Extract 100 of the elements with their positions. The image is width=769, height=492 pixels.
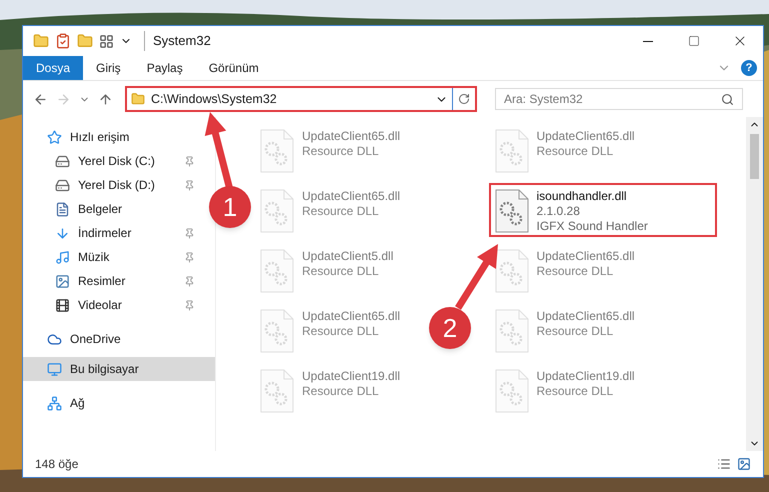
sidebar-item[interactable]: İndirmeler [23,221,199,245]
ribbon-tab[interactable]: Dosya [23,56,84,80]
gear-file-icon [494,249,528,293]
address-path: C:\Windows\System32 [151,90,277,108]
file-detail: Resource DLL [536,144,614,159]
arrow [455,244,498,310]
sidebar-item[interactable]: Ağ [23,391,199,415]
network-icon [47,396,62,410]
file-name[interactable]: UpdateClient65.dll [302,309,400,324]
music-note-icon [55,250,70,264]
sidebar-item[interactable]: OneDrive [23,327,199,351]
search-field[interactable]: Ara: System32 [495,88,743,110]
down-arrow-icon [55,226,70,240]
file-name[interactable]: UpdateClient65.dll [536,249,635,264]
file-name[interactable]: isoundhandler.dll [536,189,648,204]
sidebar-item[interactable]: Hızlı erişim [23,125,199,149]
sidebar-label: İndirmeler [78,225,132,242]
sidebar-item[interactable]: Resimler [23,269,199,293]
gear-file-icon [260,129,294,173]
scrollbar[interactable] [746,117,763,451]
pin-icon [184,180,195,190]
file-detail: 2.1.0.28 [536,204,581,219]
gear-file-icon [260,369,294,413]
file-name[interactable]: UpdateClient19.dll [536,369,635,384]
gear-file-icon [494,129,528,173]
sidebar-label: Ağ [70,395,85,412]
file-detail: Resource DLL [536,264,614,279]
document-icon [55,202,70,216]
refresh-icon[interactable] [458,93,470,105]
file-detail: Resource DLL [302,144,380,159]
pin-icon [184,300,195,310]
scroll-thumb[interactable] [750,134,759,179]
pin-icon [184,156,195,166]
sidebar-item[interactable]: Videolar [23,293,199,317]
cloud-icon [47,332,62,346]
properties-icon[interactable] [55,33,71,49]
file-item[interactable]: UpdateClient65.dll Resource DLL [488,123,641,177]
address-field[interactable]: C:\Windows\System32 [125,86,477,112]
file-item[interactable]: UpdateClient19.dll Resource DLL [488,363,641,417]
file-item[interactable]: UpdateClient5.dll Resource DLL [254,243,400,297]
search-icon [721,92,734,106]
sidebar-label: Hızlı erişim [70,129,130,146]
file-item[interactable]: isoundhandler.dll 2.1.0.28 IGFX Sound Handler [488,183,716,237]
sidebar-item[interactable]: Yerel Disk (D:) [23,173,199,197]
file-name[interactable]: UpdateClient65.dll [302,129,400,144]
file-name[interactable]: UpdateClient65.dll [536,129,635,144]
file-detail: Resource DLL [302,264,380,279]
file-item[interactable]: UpdateClient65.dll Resource DLL [488,243,641,297]
maximize-icon [688,35,700,47]
gear-file-icon [260,189,294,233]
item-count: 148 öğe [35,456,78,473]
file-name[interactable]: UpdateClient5.dll [302,249,394,264]
ribbon-tab[interactable]: Görünüm [196,56,272,80]
ribbon-tab[interactable]: Giriş [83,56,134,80]
sidebar-label: Videolar [78,297,122,314]
minimize-icon [643,40,653,42]
pin-icon [184,228,195,238]
sidebar-item[interactable]: Bu bilgisayar [23,357,215,381]
drive-icon [55,178,70,192]
gear-file-icon [494,309,528,353]
sidebar-item[interactable]: Müzik [23,245,199,269]
star-icon [47,130,62,144]
file-detail: Resource DLL [302,204,380,219]
up-icon[interactable] [98,92,113,106]
gear-file-icon [494,189,528,233]
file-item[interactable]: UpdateClient65.dll Resource DLL [488,303,641,357]
sidebar-label: Yerel Disk (C:) [78,153,155,170]
file-name[interactable]: UpdateClient65.dll [536,309,635,324]
sidebar-item[interactable]: Yerel Disk (C:) [23,149,199,173]
pin-icon [184,276,195,286]
details-view-icon[interactable] [717,457,731,471]
sidebar-label: Belgeler [78,201,122,218]
ribbon-tab[interactable]: Paylaş [134,56,196,80]
monitor-icon [47,362,62,376]
gear-file-icon [260,249,294,293]
sidebar-label: Bu bilgisayar [70,361,139,378]
view-icon[interactable] [99,34,114,48]
gear-file-icon [494,369,528,413]
sidebar-item[interactable]: Belgeler [23,197,199,221]
file-name[interactable]: UpdateClient65.dll [302,189,400,204]
film-icon [55,298,70,312]
sidebar-label: Yerel Disk (D:) [78,177,155,194]
large-icons-view-icon[interactable] [737,457,751,471]
file-item[interactable]: UpdateClient19.dll Resource DLL [254,363,406,417]
file-detail: IGFX Sound Handler [536,219,648,234]
folder-icon [131,92,145,106]
file-item[interactable]: UpdateClient65.dll Resource DLL [254,123,406,177]
file-detail: Resource DLL [302,324,380,339]
back-icon[interactable] [33,92,48,106]
window-title: System32 [144,31,211,51]
file-item[interactable]: UpdateClient65.dll Resource DLL [254,183,406,237]
help-button[interactable]: ? [741,60,757,76]
file-name[interactable]: UpdateClient19.dll [302,369,400,384]
file-detail: Resource DLL [536,384,614,399]
drive-icon [55,154,70,168]
file-item[interactable]: UpdateClient65.dll Resource DLL [254,303,406,357]
file-detail: Resource DLL [536,324,614,339]
file-detail: Resource DLL [302,384,380,399]
search-placeholder: Ara: System32 [504,91,583,108]
picture-icon [55,274,70,288]
